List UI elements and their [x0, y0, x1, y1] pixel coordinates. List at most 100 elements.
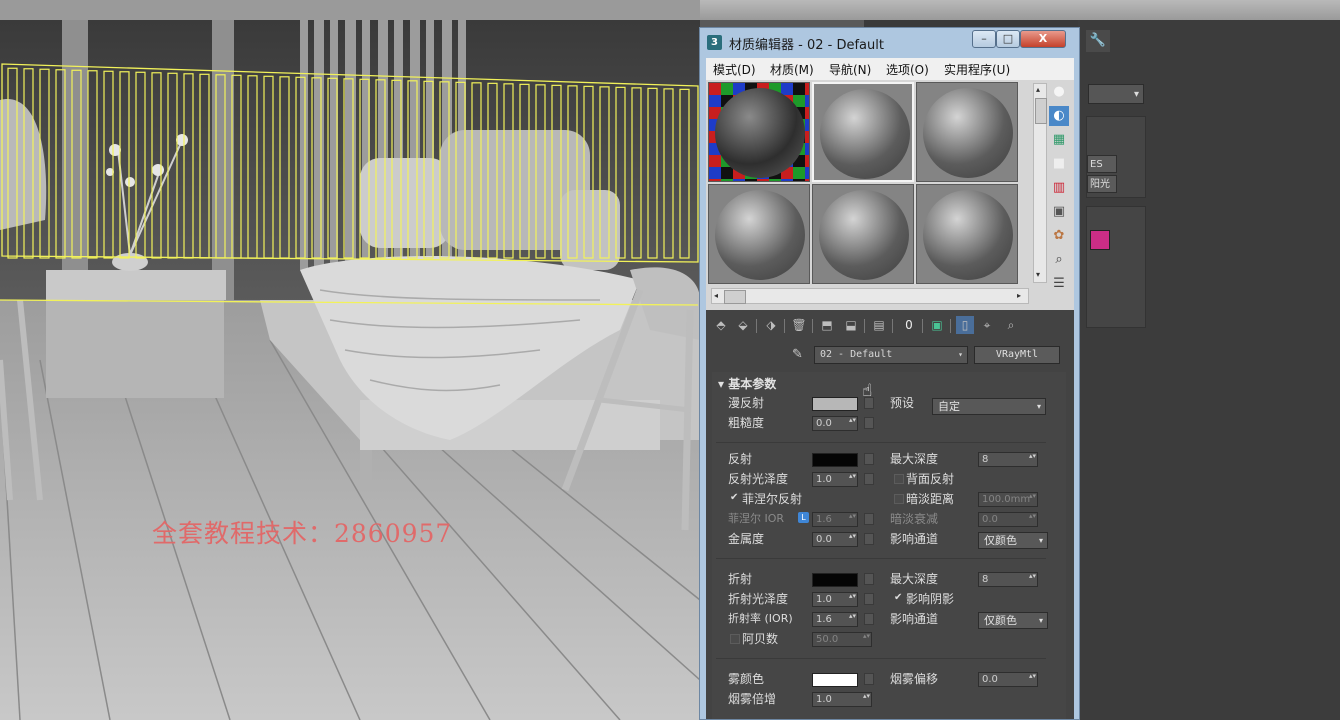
- menu-navigation[interactable]: 导航(N): [829, 61, 871, 78]
- fog-bias-spinner[interactable]: 0.0 ▴▾: [978, 672, 1038, 687]
- ior-spinner[interactable]: 1.6 ▴▾: [812, 612, 858, 627]
- spinner-arrows-icon[interactable]: ▴▾: [863, 693, 870, 700]
- get-material-icon[interactable]: ⬘: [712, 316, 730, 334]
- ior-map-button[interactable]: [864, 613, 874, 625]
- command-panel-button-es[interactable]: ES: [1087, 155, 1117, 173]
- abbe-checkbox[interactable]: [730, 634, 740, 644]
- spinner-arrows-icon[interactable]: ▴▾: [849, 513, 856, 520]
- backlight-icon[interactable]: ◐: [1049, 106, 1069, 126]
- fresnel-ior-spinner[interactable]: 1.6 ▴▾: [812, 512, 858, 527]
- spinner-arrows-icon[interactable]: ▴▾: [849, 613, 856, 620]
- lock-fresnel-ior-button[interactable]: L: [798, 512, 809, 523]
- reflect-color-swatch[interactable]: [812, 453, 858, 467]
- put-to-library-icon[interactable]: ▤: [870, 316, 888, 334]
- refract-affect-channels-dropdown[interactable]: 仅颜色 ▾: [978, 612, 1048, 629]
- spinner-arrows-icon[interactable]: ▴▾: [849, 593, 856, 600]
- dim-falloff-spinner[interactable]: 0.0 ▴▾: [978, 512, 1038, 527]
- material-editor-window[interactable]: 3 材质编辑器 - 02 - Default – □ X 模式(D) 材质(M)…: [699, 27, 1080, 720]
- refract-gloss-map-button[interactable]: [864, 593, 874, 605]
- scroll-left-icon[interactable]: ◂: [714, 291, 718, 301]
- roughness-spinner[interactable]: 0.0 ▴▾: [812, 416, 858, 431]
- scroll-down-icon[interactable]: ▾: [1036, 270, 1040, 280]
- eyedropper-icon[interactable]: ✎: [792, 347, 803, 362]
- video-color-check-icon[interactable]: ▥: [1049, 178, 1069, 198]
- menu-mode[interactable]: 模式(D): [713, 61, 756, 78]
- refract-max-depth-spinner[interactable]: 8 ▴▾: [978, 572, 1038, 587]
- material-sample-slot[interactable]: [812, 82, 914, 182]
- make-unique-icon[interactable]: ⬓: [842, 316, 860, 334]
- title-bar[interactable]: 3 材质编辑器 - 02 - Default – □ X: [700, 28, 1079, 56]
- show-map-icon[interactable]: ▣: [928, 316, 946, 334]
- material-sample-slot[interactable]: [916, 184, 1018, 284]
- put-to-scene-icon[interactable]: ⬙: [734, 316, 752, 334]
- reflect-gloss-spinner[interactable]: 1.0 ▴▾: [812, 472, 858, 487]
- vertical-scroll-thumb[interactable]: [1035, 98, 1047, 124]
- menu-utilities[interactable]: 实用程序(U): [944, 61, 1010, 78]
- spinner-arrows-icon[interactable]: ▴▾: [1029, 673, 1036, 680]
- make-copy-icon[interactable]: ⬒: [818, 316, 836, 334]
- material-sample-slot[interactable]: [708, 184, 810, 284]
- wrench-icon[interactable]: 🔧: [1086, 30, 1110, 52]
- show-end-result-icon[interactable]: ▯: [956, 316, 974, 334]
- reflect-max-depth-spinner[interactable]: 8 ▴▾: [978, 452, 1038, 467]
- fog-color-swatch[interactable]: [812, 673, 858, 687]
- material-sample-slot[interactable]: [916, 82, 1018, 182]
- reflect-map-button[interactable]: [864, 453, 874, 465]
- material-map-navigator-icon[interactable]: ☰: [1049, 274, 1069, 294]
- spinner-arrows-icon[interactable]: ▴▾: [849, 473, 856, 480]
- go-to-parent-icon[interactable]: ⌖: [978, 316, 996, 334]
- reflect-affect-channels-dropdown[interactable]: 仅颜色 ▾: [978, 532, 1048, 549]
- spinner-arrows-icon[interactable]: ▴▾: [1029, 453, 1036, 460]
- scroll-right-icon[interactable]: ▸: [1017, 291, 1021, 301]
- spinner-arrows-icon[interactable]: ▴▾: [1029, 493, 1036, 500]
- affect-shadows-checkbox[interactable]: ✔: [894, 592, 902, 603]
- horizontal-scroll-thumb[interactable]: [724, 290, 746, 304]
- rollout-title[interactable]: ▾ 基本参数: [718, 375, 776, 392]
- material-type-button[interactable]: VRayMtl: [974, 346, 1060, 364]
- menu-options[interactable]: 选项(O): [886, 61, 929, 78]
- close-button[interactable]: X: [1020, 30, 1066, 48]
- preset-dropdown[interactable]: 自定 ▾: [932, 398, 1046, 415]
- assign-to-selection-icon[interactable]: ⬗: [762, 316, 780, 334]
- sample-horizontal-scrollbar[interactable]: ◂ ▸: [711, 288, 1029, 304]
- dim-distance-checkbox[interactable]: [894, 494, 904, 504]
- roughness-map-button[interactable]: [864, 417, 874, 429]
- metalness-spinner[interactable]: 0.0 ▴▾: [812, 532, 858, 547]
- material-name-dropdown[interactable]: 02 - Default ▾: [814, 346, 968, 364]
- reset-map-icon[interactable]: 🗑: [790, 316, 808, 334]
- sample-type-icon[interactable]: ●: [1049, 82, 1069, 102]
- back-reflect-checkbox[interactable]: [894, 474, 904, 484]
- refract-color-swatch[interactable]: [812, 573, 858, 587]
- material-sample-slot[interactable]: [812, 184, 914, 284]
- abbe-spinner[interactable]: 50.0 ▴▾: [812, 632, 872, 647]
- make-preview-icon[interactable]: ▣: [1049, 202, 1069, 222]
- maximize-button[interactable]: □: [996, 30, 1020, 48]
- options-icon[interactable]: ✿: [1049, 226, 1069, 246]
- spinner-arrows-icon[interactable]: ▴▾: [849, 417, 856, 424]
- select-by-material-icon[interactable]: ⌕: [1049, 250, 1069, 270]
- material-sample-slot[interactable]: [708, 82, 810, 182]
- refract-gloss-spinner[interactable]: 1.0 ▴▾: [812, 592, 858, 607]
- metalness-map-button[interactable]: [864, 533, 874, 545]
- command-panel[interactable]: 🔧 ▾ ES 阳光: [1078, 20, 1340, 720]
- diffuse-color-swatch[interactable]: [812, 397, 858, 411]
- sample-vertical-scrollbar[interactable]: ▴ ▾: [1033, 83, 1047, 283]
- dim-distance-spinner[interactable]: 100.0mm ▴▾: [978, 492, 1038, 507]
- background-icon[interactable]: ▦: [1049, 130, 1069, 150]
- fresnel-ior-map-button[interactable]: [864, 513, 874, 525]
- spinner-arrows-icon[interactable]: ▴▾: [863, 633, 870, 640]
- viewport-3d[interactable]: 全套教程技术：2860957: [0, 0, 700, 720]
- command-panel-dropdown[interactable]: ▾: [1088, 84, 1144, 104]
- reflect-gloss-map-button[interactable]: [864, 473, 874, 485]
- spinner-arrows-icon[interactable]: ▴▾: [1029, 573, 1036, 580]
- object-color-swatch[interactable]: [1090, 230, 1110, 250]
- sample-uv-tiling-icon[interactable]: ■: [1049, 154, 1069, 174]
- fog-color-map-button[interactable]: [864, 673, 874, 685]
- command-panel-button-sunlight[interactable]: 阳光: [1087, 175, 1117, 193]
- spinner-arrows-icon[interactable]: ▴▾: [1029, 513, 1036, 520]
- fresnel-checkbox[interactable]: ✔: [730, 492, 738, 503]
- go-forward-to-sibling-icon[interactable]: ⌕: [1002, 316, 1020, 334]
- scroll-up-icon[interactable]: ▴: [1036, 85, 1040, 95]
- material-id-channel-icon[interactable]: 0: [900, 316, 918, 334]
- fog-multiplier-spinner[interactable]: 1.0 ▴▾: [812, 692, 872, 707]
